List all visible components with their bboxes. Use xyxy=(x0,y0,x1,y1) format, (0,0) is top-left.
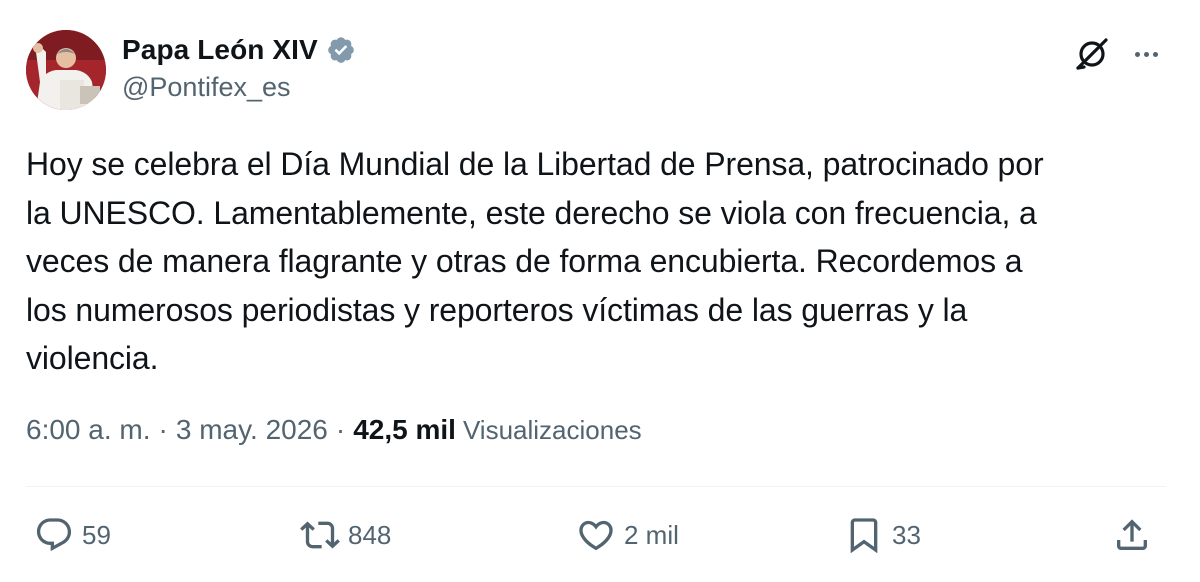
views-count: 42,5 mil xyxy=(353,414,456,445)
display-name[interactable]: Papa León XIV xyxy=(122,34,318,66)
tweet-time[interactable]: 6:00 a. m. xyxy=(26,414,151,446)
meta-separator: · xyxy=(335,414,346,445)
tweet-meta: 6:00 a. m. · 3 may. 2026 · 42,5 mil Visu… xyxy=(26,414,642,446)
tweet-text: Hoy se celebra el Día Mundial de la Libe… xyxy=(26,146,1044,376)
retweet-button[interactable]: 848 xyxy=(300,512,391,558)
bookmark-button[interactable]: 33 xyxy=(844,512,921,558)
verified-badge-icon[interactable] xyxy=(326,35,356,65)
author-name-row: Papa León XIV xyxy=(122,30,356,70)
heart-icon xyxy=(579,520,613,551)
reply-count: 59 xyxy=(82,520,111,550)
tweet-card: Papa León XIV @Pontifex_es Hoy se celebr… xyxy=(0,0,1200,582)
bookmark-count: 33 xyxy=(892,520,921,550)
meta-separator: · xyxy=(158,414,168,445)
views-label: Visualizaciones xyxy=(462,415,642,445)
author-handle[interactable]: @Pontifex_es xyxy=(122,72,291,103)
more-icon[interactable] xyxy=(1128,36,1164,72)
avatar[interactable] xyxy=(26,30,106,110)
retweet-count: 848 xyxy=(348,520,392,550)
reply-button[interactable]: 59 xyxy=(34,512,111,558)
avatar-image xyxy=(26,30,106,110)
like-count: 2 mil xyxy=(624,520,679,550)
grok-icon[interactable] xyxy=(1072,34,1112,74)
bookmark-icon xyxy=(850,518,878,554)
tweet-date[interactable]: 3 may. 2026 xyxy=(176,414,328,446)
divider xyxy=(26,486,1166,487)
like-button[interactable]: 2 mil xyxy=(576,512,679,558)
share-button[interactable] xyxy=(1112,512,1152,558)
share-icon xyxy=(1117,519,1147,550)
reply-icon xyxy=(36,518,72,552)
retweet-icon xyxy=(300,521,340,549)
